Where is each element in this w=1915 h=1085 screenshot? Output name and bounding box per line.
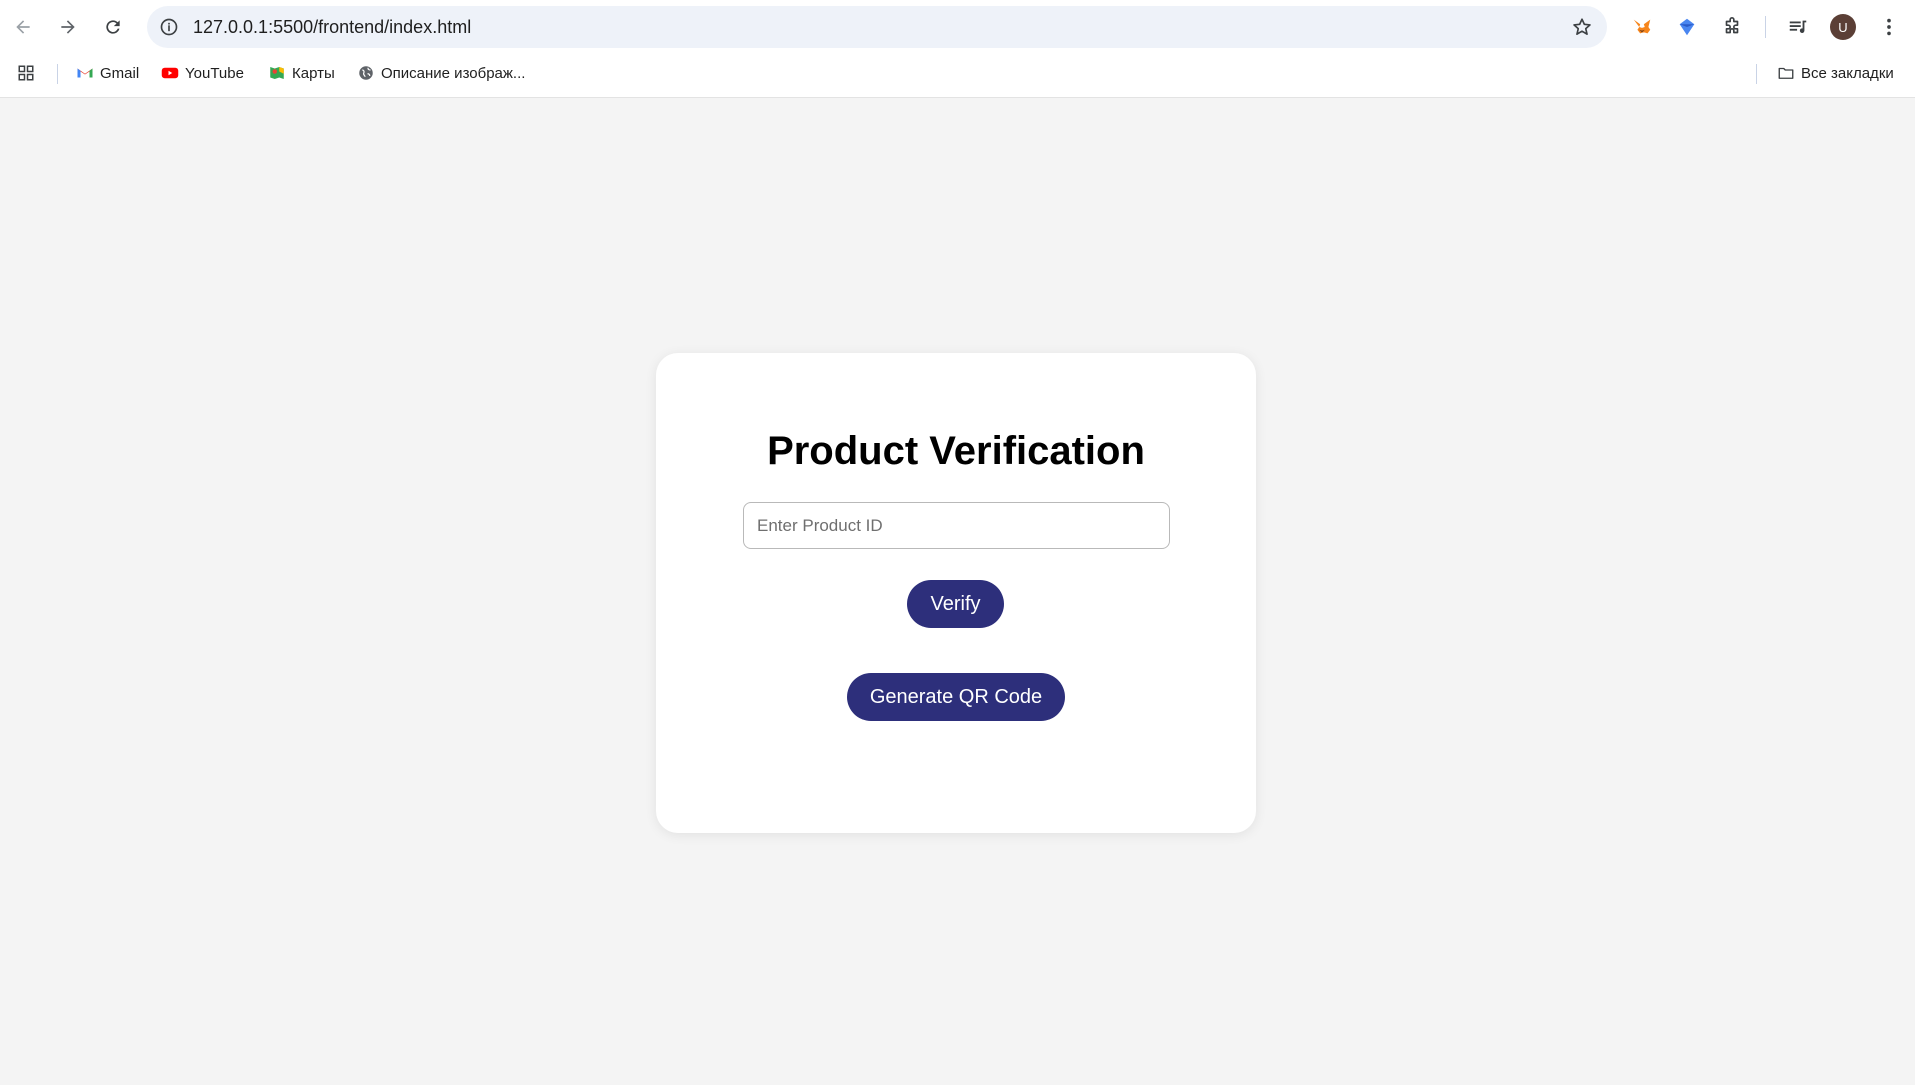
youtube-icon <box>161 64 179 82</box>
media-controls-button[interactable] <box>1783 12 1813 42</box>
bookmark-star-icon[interactable] <box>1571 16 1593 38</box>
bookmarks-bar: Gmail YouTube Карты Описание изображ... <box>0 56 1915 90</box>
bookmarks-divider <box>1756 64 1757 84</box>
verify-button[interactable]: Verify <box>907 580 1004 628</box>
bookmark-label: Карты <box>292 64 335 82</box>
folder-icon <box>1777 64 1795 82</box>
bookmark-label: Gmail <box>100 64 140 82</box>
bookmark-maps[interactable]: Карты <box>268 61 335 85</box>
metamask-extension-button[interactable] <box>1627 12 1657 42</box>
bookmarks-divider <box>57 64 58 84</box>
verification-card: Product Verification Verify Generate QR … <box>656 353 1256 833</box>
extension-button[interactable] <box>1672 12 1702 42</box>
extensions-menu-button[interactable] <box>1717 12 1747 42</box>
playlist-icon <box>1789 20 1807 33</box>
bookmark-label: Описание изображ... <box>381 64 526 82</box>
bookmark-label: YouTube <box>185 64 244 82</box>
forward-button[interactable] <box>53 12 83 42</box>
kebab-menu-icon <box>1887 18 1891 36</box>
profile-avatar[interactable]: U <box>1830 14 1856 40</box>
apps-grid-icon <box>17 64 35 82</box>
bookmark-gmail[interactable]: Gmail <box>76 61 139 85</box>
page-title: Product Verification <box>767 429 1145 473</box>
bookmark-image-description[interactable]: Описание изображ... <box>357 61 525 85</box>
back-button[interactable] <box>8 12 38 42</box>
all-bookmarks-label: Все закладки <box>1801 64 1894 82</box>
address-bar[interactable]: 127.0.0.1:5500/frontend/index.html <box>147 6 1607 48</box>
diamond-extension-icon <box>1679 18 1695 36</box>
apps-button[interactable] <box>17 61 35 85</box>
gmail-icon <box>76 64 94 82</box>
globe-icon <box>357 64 375 82</box>
browser-toolbar: 127.0.0.1:5500/frontend/index.html U Gma… <box>0 0 1915 98</box>
toolbar-divider <box>1765 16 1766 38</box>
reload-icon <box>106 20 120 34</box>
fox-icon <box>1633 19 1651 34</box>
arrow-left-icon <box>16 20 30 34</box>
reload-button[interactable] <box>98 12 128 42</box>
browser-menu-button[interactable] <box>1874 12 1904 42</box>
url-text[interactable]: 127.0.0.1:5500/frontend/index.html <box>193 17 471 38</box>
puzzle-icon <box>1725 17 1739 34</box>
site-info-icon[interactable] <box>159 17 179 37</box>
maps-icon <box>268 64 286 82</box>
bookmark-youtube[interactable]: YouTube <box>161 61 244 85</box>
product-id-input[interactable] <box>743 502 1170 549</box>
arrow-right-icon <box>61 20 75 34</box>
all-bookmarks-button[interactable]: Все закладки <box>1777 61 1894 85</box>
generate-qr-button[interactable]: Generate QR Code <box>847 673 1065 721</box>
